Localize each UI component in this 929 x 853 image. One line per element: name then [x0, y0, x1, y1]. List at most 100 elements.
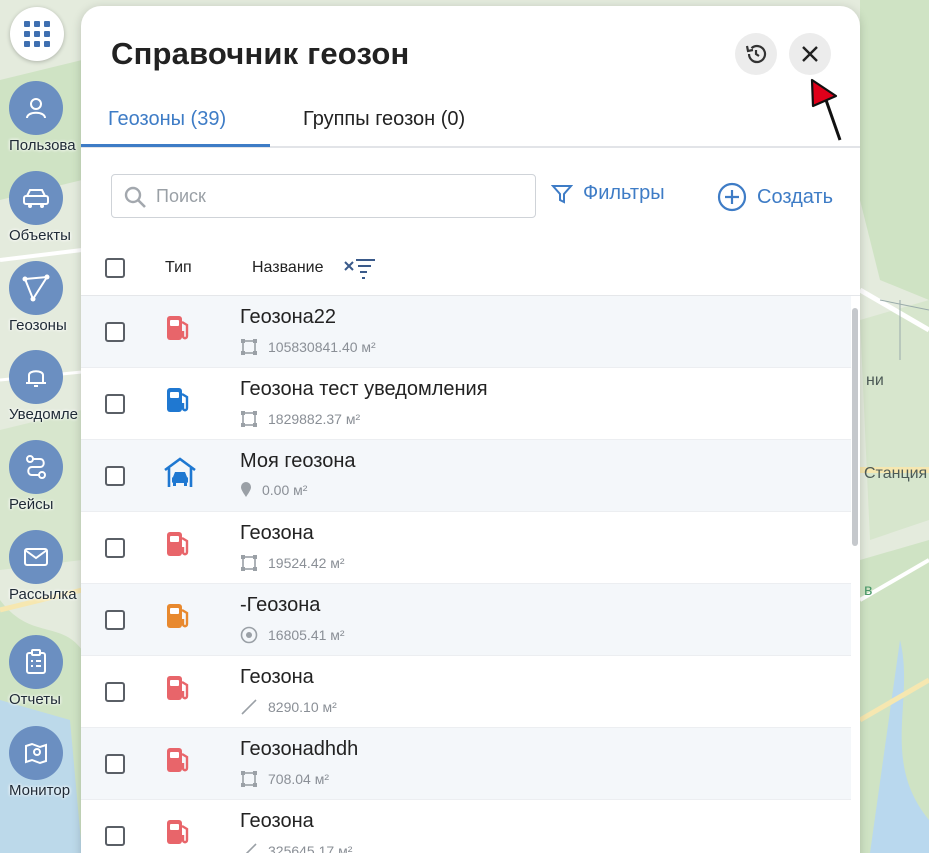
grid-icon: [24, 21, 50, 47]
geozone-meta: 105830841.40 м²: [240, 338, 376, 356]
filters-button[interactable]: Фильтры: [551, 182, 665, 205]
row-checkbox[interactable]: [105, 826, 125, 846]
mail-icon: [24, 548, 48, 566]
map-label: в: [864, 582, 873, 599]
table-row[interactable]: Геозона22 105830841.40 м²: [81, 296, 851, 368]
row-checkbox[interactable]: [105, 754, 125, 774]
circle-shape-icon: [240, 626, 258, 644]
history-icon: [745, 44, 767, 64]
geozone-name[interactable]: Геозона22: [240, 306, 336, 329]
create-button[interactable]: Создать: [717, 182, 833, 212]
row-type-icon: [163, 529, 193, 564]
plus-circle-icon: [717, 182, 747, 212]
left-rail: Пользова Объекты Геозоны Уведомле Рейсы …: [0, 0, 82, 853]
line-shape-icon: [245, 843, 257, 853]
polygon-icon: [22, 274, 50, 302]
row-checkbox[interactable]: [105, 538, 125, 558]
rail-item-label: Объекты: [9, 227, 71, 244]
row-checkbox[interactable]: [105, 322, 125, 342]
fuel-icon: [167, 532, 189, 556]
scrollbar[interactable]: [852, 308, 858, 546]
rail-item-circle: [9, 171, 63, 225]
geozone-area: 708.04 м²: [268, 771, 329, 787]
geozone-area: 19524.42 м²: [268, 555, 345, 571]
search-input[interactable]: [156, 175, 526, 217]
map-pin-icon: [25, 742, 47, 765]
geozone-meta: 0.00 м²: [240, 482, 307, 498]
row-type-icon: [163, 385, 193, 420]
geozone-name[interactable]: -Геозона: [240, 594, 320, 617]
geozone-meta: 325645.17 м²: [240, 842, 352, 853]
row-type-icon: [163, 745, 193, 780]
rail-item-label: Отчеты: [9, 691, 61, 708]
geozone-area: 1829882.37 м²: [268, 411, 361, 427]
user-icon: [26, 98, 46, 119]
table-row[interactable]: -Геозона 16805.41 м²: [81, 584, 851, 656]
column-header-name[interactable]: Название: [252, 259, 324, 277]
geozone-area: 0.00 м²: [262, 482, 308, 498]
table-row[interactable]: Геозона 325645.17 м²: [81, 800, 851, 853]
polygon-shape-icon: [241, 411, 257, 427]
rail-item-circle: [9, 350, 63, 404]
geozone-area: 325645.17 м²: [268, 843, 353, 853]
table-row[interactable]: Геозонаdhdh 708.04 м²: [81, 728, 851, 800]
sort-clear-icon[interactable]: [343, 256, 377, 280]
history-button[interactable]: [735, 33, 777, 75]
arrow-pointer-icon: [810, 78, 842, 141]
table-row[interactable]: Геозона тест уведомления 1829882.37 м²: [81, 368, 851, 440]
geozone-name[interactable]: Моя геозона: [240, 450, 356, 473]
geozone-name[interactable]: Геозона: [240, 666, 314, 689]
table-row[interactable]: Геозона 19524.42 м²: [81, 512, 851, 584]
garage-icon: [164, 457, 196, 487]
table-row[interactable]: Геозона 8290.10 м²: [81, 656, 851, 728]
geozone-area: 16805.41 м²: [268, 627, 345, 643]
fuel-icon: [167, 604, 189, 628]
filters-label: Фильтры: [583, 182, 665, 204]
rail-item-circle: [9, 261, 63, 315]
row-type-icon: [163, 817, 193, 852]
fuel-icon: [167, 388, 189, 412]
fuel-icon: [167, 820, 189, 844]
polygon-shape-icon: [241, 339, 257, 355]
page-title: Справочник геозон: [111, 36, 410, 71]
tab-geozone-groups[interactable]: Группы геозон (0): [303, 108, 465, 131]
row-checkbox[interactable]: [105, 610, 125, 630]
rail-item-circle: [9, 81, 63, 135]
map-label: ни: [866, 372, 884, 389]
rail-item-label: Уведомле: [9, 406, 79, 423]
geozone-name[interactable]: Геозонаdhdh: [240, 738, 358, 761]
point-icon: [241, 482, 251, 497]
tab-geozones[interactable]: Геозоны (39): [108, 108, 226, 131]
geozone-name[interactable]: Геозона: [240, 810, 314, 833]
close-icon: [802, 46, 818, 62]
geozone-name[interactable]: Геозона тест уведомления: [240, 378, 488, 401]
fuel-icon: [167, 316, 189, 340]
search-box: [111, 174, 536, 218]
rail-item-label: Пользова: [9, 137, 76, 154]
rail-item-circle: [9, 530, 63, 584]
row-checkbox[interactable]: [105, 466, 125, 486]
geozone-meta: 8290.10 м²: [240, 698, 337, 716]
search-icon: [124, 186, 146, 208]
geozone-meta: 16805.41 м²: [240, 626, 345, 644]
filter-icon: [551, 184, 573, 204]
rail-item-label: Рассылка: [9, 586, 77, 603]
row-checkbox[interactable]: [105, 682, 125, 702]
report-icon: [26, 649, 46, 674]
rail-item-label: Геозоны: [9, 317, 67, 334]
geozone-name[interactable]: Геозона: [240, 522, 314, 545]
rail-item-circle: [9, 440, 63, 494]
column-header-type: Тип: [165, 259, 192, 276]
fuel-icon: [167, 676, 189, 700]
fuel-icon: [167, 748, 189, 772]
apps-button[interactable]: [10, 7, 64, 61]
close-button[interactable]: [789, 33, 831, 75]
select-all-checkbox[interactable]: [105, 258, 125, 278]
car-icon: [23, 189, 49, 208]
geozone-meta: 19524.42 м²: [240, 554, 345, 572]
create-label: Создать: [757, 185, 834, 208]
geozone-area: 105830841.40 м²: [268, 339, 376, 355]
table-row[interactable]: Моя геозона 0.00 м²: [81, 440, 851, 512]
rail-item-label: Рейсы: [9, 496, 54, 513]
row-checkbox[interactable]: [105, 394, 125, 414]
